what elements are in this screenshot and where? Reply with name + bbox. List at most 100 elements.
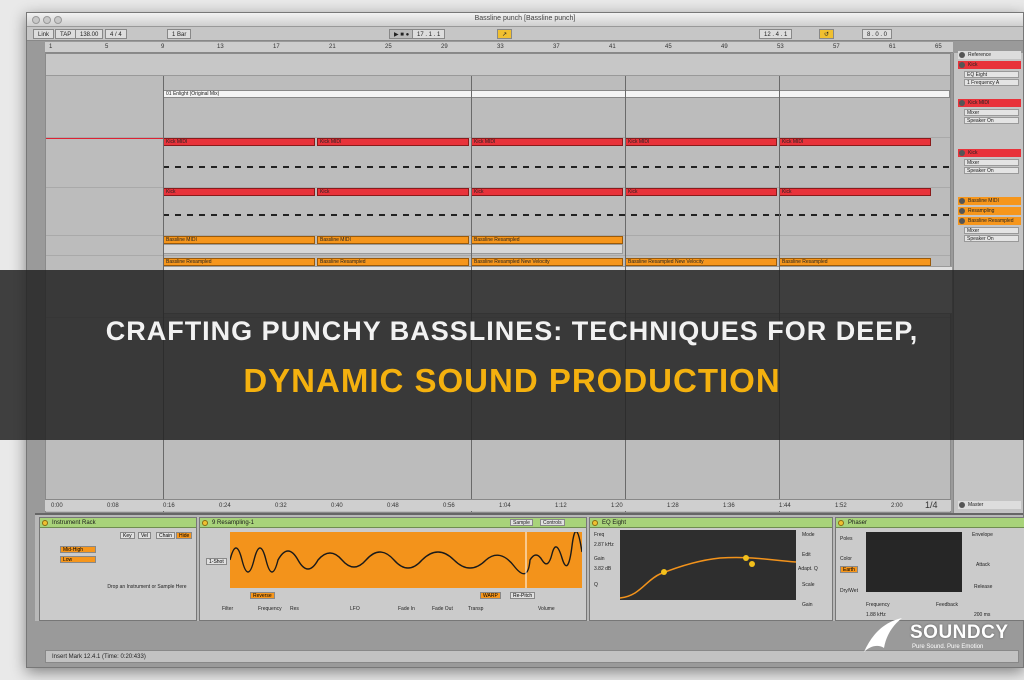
power-icon[interactable] bbox=[42, 520, 48, 526]
device-title: Phaser bbox=[848, 520, 868, 526]
track-toggle-icon[interactable] bbox=[959, 62, 965, 68]
track-toggle-icon[interactable] bbox=[959, 218, 965, 224]
reverse-button[interactable]: Reverse bbox=[250, 592, 275, 599]
tab-controls[interactable]: Controls bbox=[540, 519, 565, 526]
speaker-select[interactable]: Speaker On bbox=[964, 235, 1019, 242]
track-header-resampling[interactable]: Resampling bbox=[958, 207, 1021, 215]
loop-start-field[interactable]: 12 . 4 . 1 bbox=[759, 29, 793, 39]
track-header-bassline-midi[interactable]: Bassline MIDI bbox=[958, 197, 1021, 205]
track-toggle-icon[interactable] bbox=[959, 198, 965, 204]
hide-button[interactable]: Hide bbox=[176, 532, 193, 539]
quantize-menu[interactable]: 1 Bar bbox=[167, 29, 192, 39]
speaker-select[interactable]: Speaker On bbox=[964, 117, 1019, 124]
track-name: Bassline Resampled bbox=[968, 218, 1014, 224]
power-icon[interactable] bbox=[592, 520, 598, 526]
ruler-tick: 33 bbox=[497, 44, 504, 50]
device-header[interactable]: Instrument Rack bbox=[40, 518, 196, 528]
output-gain-label: Gain bbox=[802, 602, 813, 608]
key-button[interactable]: Key bbox=[120, 532, 135, 539]
tempo-field[interactable]: 138.00 bbox=[75, 29, 104, 39]
track-name: Master bbox=[968, 502, 984, 508]
ruler-tick: 13 bbox=[217, 44, 224, 50]
sampler-device[interactable]: 9 Resampling-1 Sample Controls 1-Shot Re… bbox=[199, 517, 587, 621]
track-header-bass-resampled[interactable]: Bassline Resampled bbox=[958, 217, 1021, 225]
track-header-kick2[interactable]: Kick bbox=[958, 149, 1021, 157]
instrument-rack[interactable]: Instrument Rack Key Vel Chain Hide Mid-H… bbox=[39, 517, 197, 621]
eq-band-point[interactable] bbox=[743, 555, 749, 561]
bar-ruler[interactable]: 1 5 9 13 17 21 25 29 33 37 41 45 49 53 5… bbox=[45, 42, 953, 53]
track-lane-kick-midi[interactable] bbox=[46, 138, 950, 188]
power-icon[interactable] bbox=[838, 520, 844, 526]
mixer-select[interactable]: Mixer bbox=[964, 227, 1019, 234]
warp-button[interactable]: WARP bbox=[480, 592, 501, 599]
headline-line-1: CRAFTING PUNCHY BASSLINES: TECHNIQUES FO… bbox=[105, 316, 919, 346]
device-header[interactable]: Phaser bbox=[836, 518, 1024, 528]
track-header-reference[interactable]: Reference bbox=[958, 51, 1021, 59]
reference-clip[interactable]: 01 Enlight (Original Mix) bbox=[163, 90, 950, 98]
time-ruler[interactable]: 0:00 0:08 0:16 0:24 0:32 0:40 0:48 0:56 … bbox=[45, 499, 951, 511]
waveform-display[interactable] bbox=[230, 532, 582, 588]
vel-button[interactable]: Vel bbox=[138, 532, 151, 539]
device-header[interactable]: EQ Eight bbox=[590, 518, 832, 528]
warp-mode-select[interactable]: Re-Pitch bbox=[510, 592, 536, 599]
track-toggle-icon[interactable] bbox=[959, 52, 965, 58]
device-header[interactable]: 9 Resampling-1 Sample Controls bbox=[200, 518, 586, 528]
phaser-display[interactable] bbox=[866, 532, 962, 592]
eq-curve-display[interactable] bbox=[620, 530, 796, 600]
mixer-select[interactable]: Mixer bbox=[964, 109, 1019, 116]
chain-button[interactable]: Chain bbox=[156, 532, 176, 539]
eq-band-point[interactable] bbox=[749, 561, 755, 567]
eq-band-point[interactable] bbox=[661, 569, 667, 575]
res-label: Res bbox=[290, 606, 299, 612]
brand-logo: SOUNDCY Pure Sound. Pure Emotion bbox=[860, 612, 1010, 662]
loop-length-field[interactable]: 8 . 0 . 0 bbox=[862, 29, 893, 39]
track-header-kick-midi[interactable]: Kick MIDI bbox=[958, 99, 1021, 107]
eq-freq-value[interactable]: 2.87 kHz bbox=[594, 542, 614, 548]
time-tick: 1:44 bbox=[779, 503, 791, 509]
power-icon[interactable] bbox=[202, 520, 208, 526]
track-header-master[interactable]: Master bbox=[958, 501, 1021, 509]
release-label: Release bbox=[974, 584, 993, 590]
track-name: Reference bbox=[968, 52, 992, 58]
tab-sample[interactable]: Sample bbox=[510, 519, 533, 526]
track-lane-reference[interactable] bbox=[46, 98, 950, 138]
time-tick: 0:40 bbox=[331, 503, 343, 509]
play-button[interactable]: ▶ ■ ● bbox=[389, 29, 415, 39]
drop-hint: Drop an Instrument or Sample Here bbox=[107, 584, 187, 590]
tap-button[interactable]: TAP bbox=[55, 29, 77, 39]
earth-button[interactable]: Earth bbox=[840, 566, 858, 573]
track-toggle-icon[interactable] bbox=[959, 100, 965, 106]
chain-mid-high[interactable]: Mid-High bbox=[60, 546, 96, 553]
loop-button[interactable]: ↺ bbox=[819, 29, 835, 39]
link-button[interactable]: Link bbox=[33, 29, 55, 39]
track-header-kick[interactable]: Kick bbox=[958, 61, 1021, 69]
soundcy-logo-icon bbox=[864, 618, 902, 652]
chain-low[interactable]: Low bbox=[60, 556, 96, 563]
speaker-select[interactable]: Speaker On bbox=[964, 167, 1019, 174]
track-toggle-icon[interactable] bbox=[959, 150, 965, 156]
mixer-select[interactable]: Mixer bbox=[964, 159, 1019, 166]
track-toggle-icon[interactable] bbox=[959, 208, 965, 214]
eq-gain-value[interactable]: 3.82 dB bbox=[594, 566, 611, 572]
window-title: Bassline punch [Bassline punch] bbox=[474, 15, 576, 22]
follow-button[interactable]: ↗ bbox=[497, 29, 513, 39]
ruler-tick: 57 bbox=[833, 44, 840, 50]
eq-bg bbox=[620, 530, 796, 600]
automation-device-select[interactable]: EQ Eight bbox=[964, 71, 1019, 78]
time-tick: 1:20 bbox=[611, 503, 623, 509]
time-tick: 0:08 bbox=[107, 503, 119, 509]
track-toggle-icon[interactable] bbox=[959, 502, 965, 508]
ruler-tick: 29 bbox=[441, 44, 448, 50]
position-field[interactable]: 17 . 1 . 1 bbox=[412, 29, 446, 39]
scrub-area[interactable] bbox=[46, 54, 950, 76]
time-tick: 0:32 bbox=[275, 503, 287, 509]
phaser-device[interactable]: Phaser Poles Color Earth Dry/Wet Frequen… bbox=[835, 517, 1024, 621]
track-lane-kick[interactable] bbox=[46, 188, 950, 236]
eq-freq-label: Freq bbox=[594, 532, 605, 538]
automation-param-select[interactable]: 1 Frequency A bbox=[964, 79, 1019, 86]
signature-field[interactable]: 4 / 4 bbox=[105, 29, 127, 39]
loop-mode-select[interactable]: 1-Shot bbox=[206, 558, 227, 565]
filter-label: Filter bbox=[222, 606, 234, 612]
track-lane-bassline-midi[interactable] bbox=[46, 236, 950, 256]
eq-eight-device[interactable]: EQ Eight Freq 2.87 kHz Gain 3.82 dB Q Mo… bbox=[589, 517, 833, 621]
